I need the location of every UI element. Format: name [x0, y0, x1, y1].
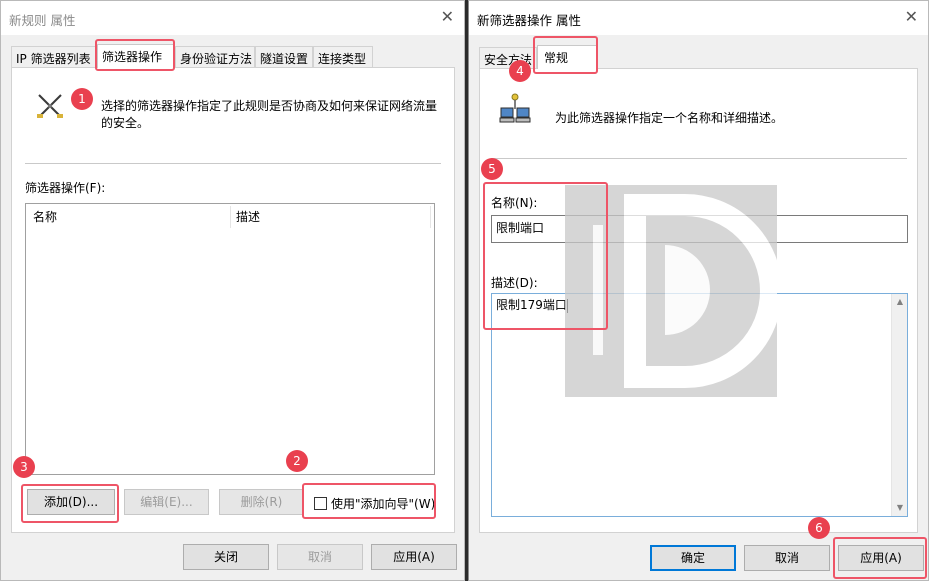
column-divider[interactable]: [430, 206, 431, 228]
filter-action-description: 选择的筛选器操作指定了此规则是否协商及如何来保证网络流量的安全。: [101, 99, 438, 130]
description-textarea-value: 限制179端口: [496, 298, 567, 312]
tab-connection-type[interactable]: 连接类型: [313, 46, 373, 67]
tab-ip-filter-list[interactable]: IP 筛选器列表: [11, 46, 97, 67]
cancel-button[interactable]: 取消: [744, 545, 830, 571]
step-badge-4: 4: [509, 60, 531, 82]
name-label: 名称(N):: [491, 196, 538, 210]
cancel-button[interactable]: 取消: [277, 544, 363, 570]
step-badge-6: 6: [808, 517, 830, 539]
filter-action-list[interactable]: 名称 描述: [25, 203, 435, 475]
edit-button[interactable]: 编辑(E)...: [124, 489, 209, 515]
column-name-header[interactable]: 名称: [33, 208, 57, 225]
apply-button[interactable]: 应用(A): [371, 544, 457, 570]
ok-button[interactable]: 确定: [650, 545, 736, 571]
tab-strip: IP 筛选器列表 筛选器操作 身份验证方法 隧道设置 连接类型: [11, 44, 451, 68]
add-wizard-checkbox[interactable]: 使用"添加向导"(W): [314, 495, 435, 512]
column-divider[interactable]: [230, 206, 231, 228]
filter-action-icon: [35, 91, 65, 121]
separator: [491, 158, 907, 159]
step-badge-2: 2: [286, 450, 308, 472]
tab-general[interactable]: 常规: [537, 45, 597, 69]
tab-tunnel-settings[interactable]: 隧道设置: [255, 46, 313, 67]
separator: [25, 163, 441, 164]
watermark-logo: [565, 185, 782, 397]
scroll-down-arrow-icon[interactable]: ▼: [892, 500, 908, 516]
dialog-title: 新筛选器操作 属性: [477, 13, 581, 28]
step-badge-3: 3: [13, 456, 35, 478]
column-description-header[interactable]: 描述: [236, 208, 260, 225]
remove-button[interactable]: 删除(R): [219, 489, 304, 515]
checkbox-box[interactable]: [314, 497, 327, 510]
filter-action-general-description: 为此筛选器操作指定一个名称和详细描述。: [555, 111, 784, 125]
title-bar: 新筛选器操作 属性 ✕: [469, 1, 928, 35]
apply-button[interactable]: 应用(A): [838, 545, 924, 571]
rule-properties-dialog: 新规则 属性 ✕ IP 筛选器列表 筛选器操作 身份验证方法 隧道设置 连接类型…: [0, 0, 465, 581]
add-button[interactable]: 添加(D)...: [27, 489, 115, 515]
close-button[interactable]: 关闭: [183, 544, 269, 570]
title-bar: 新规则 属性 ✕: [1, 1, 464, 35]
description-label: 描述(D):: [491, 276, 538, 290]
step-badge-5: 5: [481, 158, 503, 180]
scroll-up-arrow-icon[interactable]: ▲: [892, 294, 908, 310]
filter-action-list-label: 筛选器操作(F):: [25, 181, 106, 195]
vertical-scrollbar[interactable]: ▲ ▼: [891, 294, 907, 516]
dialog-title: 新规则 属性: [9, 13, 76, 28]
close-icon[interactable]: ✕: [441, 7, 454, 26]
name-input-value: 限制端口: [496, 221, 545, 235]
network-computers-icon: [499, 93, 533, 127]
add-wizard-label: 使用"添加向导"(W): [331, 497, 436, 511]
close-icon[interactable]: ✕: [905, 7, 918, 26]
tab-strip: 安全方法 常规: [479, 45, 919, 69]
tab-auth-methods[interactable]: 身份验证方法: [175, 46, 255, 67]
tab-filter-action[interactable]: 筛选器操作: [97, 44, 175, 68]
step-badge-1: 1: [71, 88, 93, 110]
